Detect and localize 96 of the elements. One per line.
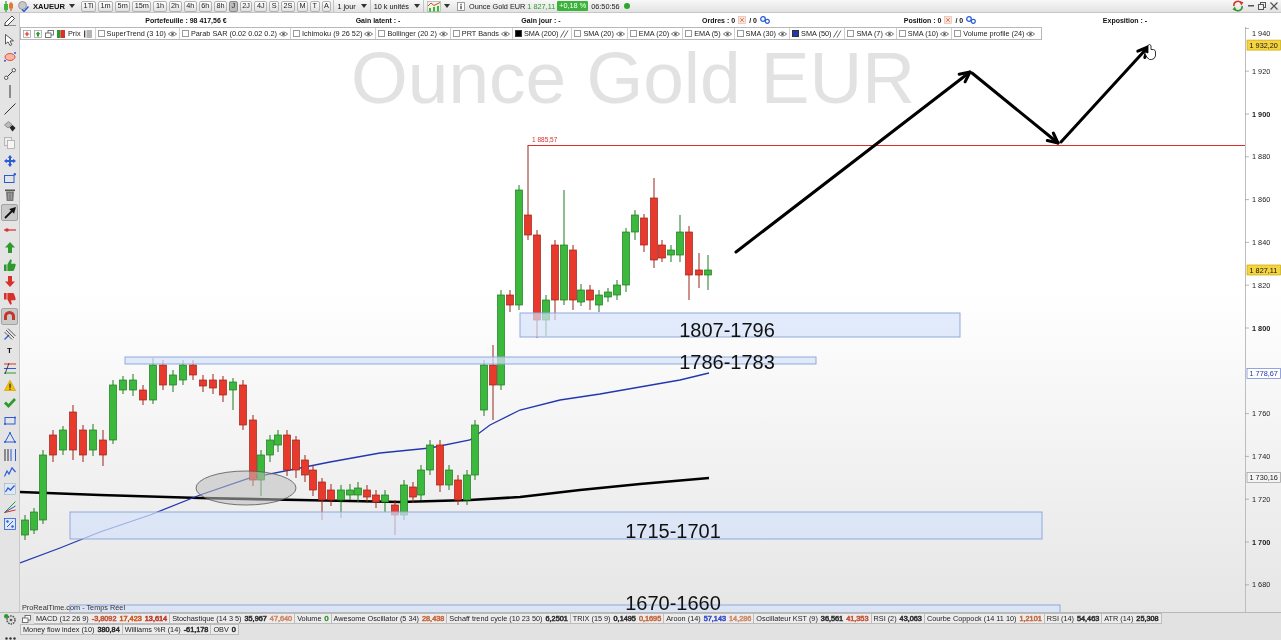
falling-candle [79,424,87,463]
restore-icon[interactable] [1258,2,1266,10]
eye-icon[interactable] [438,30,448,37]
rising-candle [229,377,237,411]
rising-candle [119,375,127,395]
refresh-icon[interactable] [1232,0,1244,12]
indicator-checkbox[interactable] [898,30,906,37]
falling-candle [209,373,217,395]
list-icon[interactable] [83,29,92,38]
check-badge-icon[interactable] [18,0,29,12]
indicator-checkbox[interactable] [514,30,522,37]
eye-icon[interactable] [884,30,894,37]
indicator-checkbox[interactable] [792,30,800,37]
indicator-checkbox[interactable] [452,30,460,37]
rising-candle [169,369,177,393]
window-icon[interactable] [45,29,54,38]
info-icon[interactable] [456,1,465,11]
eye-icon[interactable] [722,30,732,37]
wave-icon[interactable] [3,467,16,478]
line-style-icon[interactable] [833,29,843,38]
caret-icon[interactable] [69,4,76,8]
eye-icon[interactable] [364,30,374,37]
ellipse-tool-icon[interactable] [3,51,16,62]
text-tool-button[interactable]: T [1,342,18,360]
rising-candle [381,489,389,513]
triangle-icon[interactable] [3,431,16,443]
indicator-checkbox[interactable] [954,30,962,37]
falling-candle [569,244,577,311]
rising-candle [577,283,585,307]
falling-candle [640,213,648,253]
indicator-checkbox[interactable] [847,30,855,37]
falling-candle [49,429,57,463]
falling-candle [506,289,514,313]
indicator-checkbox[interactable] [181,30,189,37]
rectangle-select-icon[interactable] [3,173,16,183]
eye-icon[interactable] [278,30,288,37]
eye-icon[interactable] [778,30,788,37]
eye-icon[interactable] [671,30,681,37]
eye-icon[interactable] [615,30,625,37]
zone-label: 1715-1701 [625,520,721,542]
falling-candle [219,375,227,403]
indicator-checkbox[interactable] [736,30,744,37]
window-icon[interactable] [22,614,31,623]
flag-icon[interactable] [57,29,65,38]
falling-candle [436,439,444,493]
indicator-checkbox[interactable] [97,30,105,37]
magnet-icon[interactable] [4,310,15,322]
rising-candle [129,373,137,397]
falling-candle [99,429,107,467]
rising-candle [109,379,117,445]
cancel-box-icon[interactable] [738,16,747,24]
add-box-icon[interactable] [23,29,31,38]
zone-label: 1670-1660 [625,592,721,612]
indicator-checkbox[interactable] [629,30,637,37]
caret-icon[interactable] [360,4,367,8]
rectangle-icon[interactable] [3,415,16,425]
eye-icon[interactable] [940,30,950,37]
checkmark-icon[interactable] [3,397,16,408]
rising-candle [704,254,712,291]
falling-candle [695,252,703,289]
indicator-checkbox[interactable] [685,30,693,37]
more-icon[interactable] [4,637,16,640]
eye-icon[interactable] [500,30,510,37]
cancel-box-icon[interactable] [944,16,953,24]
falling-candle [199,374,207,393]
indicator-checkbox[interactable] [292,30,300,37]
cursor-icon[interactable] [5,33,14,46]
horizontal-line-icon[interactable] [3,227,16,232]
settings-icon[interactable] [3,614,17,625]
rising-candle [89,423,97,457]
eye-icon[interactable] [167,30,177,37]
up-box-icon[interactable] [34,29,42,38]
hand-cursor-icon [1144,44,1156,60]
line-style-icon[interactable] [560,29,570,38]
close-icon[interactable] [1270,2,1278,10]
chart-type-button[interactable] [422,0,453,12]
falling-candle [139,384,147,406]
pencil-icon[interactable] [3,14,16,26]
gears-icon[interactable] [759,16,770,24]
falling-candle [409,481,417,504]
falling-candle [586,284,594,311]
indicator-checkbox[interactable] [378,30,386,37]
caret-icon[interactable] [443,4,450,8]
indicator-checkbox[interactable] [574,30,582,37]
zone-label: 1807-1796 [679,319,775,341]
minimize-icon[interactable] [1248,5,1254,7]
falling-candle [454,474,462,506]
falling-candle [239,379,247,431]
rising-candle [59,425,67,456]
rising-candle [445,464,453,491]
warning-icon[interactable] [3,380,16,392]
eye-icon[interactable] [1026,30,1036,37]
caret-icon[interactable] [413,4,420,8]
gears-icon[interactable] [966,16,977,24]
zone-label: 1786-1783 [679,351,775,373]
falling-candle [69,404,77,461]
